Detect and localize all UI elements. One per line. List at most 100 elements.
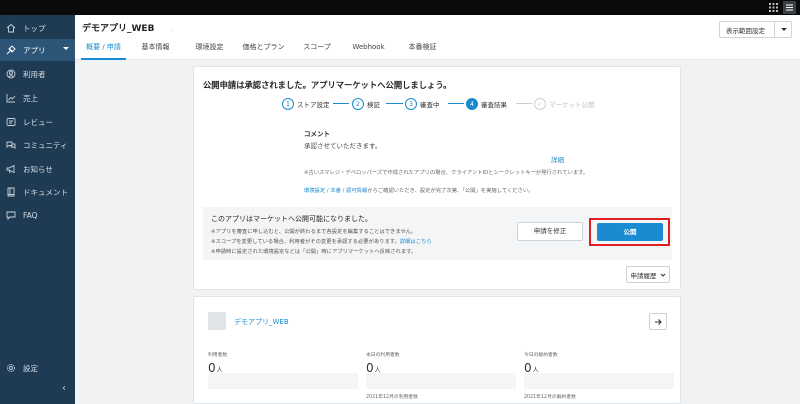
- stat-chart-area: [524, 373, 674, 389]
- sidebar-item-news[interactable]: お知らせ: [0, 158, 75, 180]
- tab-environment[interactable]: 環境設定: [187, 42, 232, 60]
- stat-users: 利用者数 0人: [208, 351, 358, 389]
- gear-icon: [7, 364, 15, 372]
- page-title: デモアプリ_WEB: [82, 24, 155, 34]
- step-label: 審査結果: [481, 100, 507, 109]
- tab-overview[interactable]: 概要 / 申請: [81, 42, 126, 60]
- stat-label: 今日の解約者数: [524, 353, 558, 358]
- top-bar: [0, 0, 800, 15]
- step-label: ストア設定: [297, 100, 330, 109]
- sidebar-collapse-button[interactable]: ‹: [62, 383, 66, 394]
- chevron-down-icon: [63, 47, 69, 50]
- app-image: [208, 312, 226, 330]
- tab-production-test[interactable]: 本番検証: [400, 42, 445, 60]
- step-verification: 2 検証: [352, 97, 380, 110]
- sidebar-item-label: トップ: [23, 23, 46, 33]
- stat-label: 本日の利用者数: [366, 353, 400, 358]
- tab-basic-info[interactable]: 基本情報: [133, 42, 178, 60]
- user-icon: [6, 69, 16, 79]
- detail-link[interactable]: 詳細: [551, 154, 564, 164]
- app-summary-card: デモアプリ_WEB 利用者数 0人 本日の利用者数 0人 2021年12月の利用…: [193, 296, 681, 404]
- sidebar-item-docs[interactable]: ドキュメント: [0, 181, 75, 203]
- app-icon: [6, 45, 16, 55]
- publish-note: ※スコープを変更している場合、利用者がその変更を承認する必要があります。詳細はこ…: [211, 237, 432, 245]
- auth-info-note-text: からご確認いただき、設定が完了次第、「公開」を実施してください。: [367, 188, 534, 194]
- sidebar-item-label: 売上: [23, 93, 38, 103]
- sidebar-item-sales[interactable]: 売上: [0, 87, 75, 109]
- publish-button[interactable]: 公開: [597, 223, 663, 241]
- sidebar-item-label: アプリ: [23, 45, 46, 55]
- chat-icon: [6, 211, 16, 220]
- sidebar-item-label: お知らせ: [23, 164, 53, 174]
- stat-today-users: 本日の利用者数 0人 2021年12月の利用者数: [366, 351, 516, 400]
- step-under-review: 3 審査中: [405, 97, 440, 110]
- stat-period: 2021年12月の解約者数: [524, 395, 576, 400]
- step-label: マーケット公開: [549, 100, 595, 109]
- review-icon: [6, 118, 16, 126]
- sidebar-item-label: ドキュメント: [23, 187, 68, 197]
- megaphone-icon: [6, 164, 15, 174]
- stat-chart-area: [208, 373, 358, 389]
- step-connector: [448, 103, 464, 104]
- sidebar-item-settings[interactable]: 設定: [0, 357, 75, 379]
- sidebar-item-label: レビュー: [23, 117, 53, 127]
- tab-webhook[interactable]: Webhook: [346, 42, 391, 60]
- scope-settings-label: 表示範囲設定: [726, 26, 765, 35]
- sidebar-item-label: コミュニティ: [23, 140, 68, 150]
- app-header: デモアプリ_WEB . 表示範囲設定 概要 / 申請 基本情報 環境設定 価格と…: [75, 15, 800, 60]
- stat-chart-area: [366, 373, 516, 389]
- step-number: 3: [405, 97, 417, 110]
- sidebar-item-top[interactable]: トップ: [0, 17, 75, 39]
- sidebar-item-faq[interactable]: FAQ: [0, 204, 75, 226]
- step-store-settings: 1 ストア設定: [282, 97, 330, 110]
- comment-text: 承認させていただきます。: [304, 142, 382, 150]
- step-number: 4: [466, 97, 478, 110]
- approval-message: 公開申請は承認されました。アプリマーケットへ公開しましょう。: [203, 80, 452, 90]
- caret-down-icon[interactable]: [781, 28, 787, 31]
- grid-icon[interactable]: [769, 3, 778, 12]
- chevron-down-icon: [660, 273, 665, 277]
- client-id-note: ※古いスマレジ・デベロッパーズで作成されたアプリの場合、クライアントIDとシーク…: [304, 170, 589, 176]
- publish-note-text: ※スコープを変更している場合、利用者がその変更を承認する必要があります。: [211, 239, 400, 245]
- approval-card: 公開申請は承認されました。アプリマーケットへ公開しましょう。 1 ストア設定 2…: [193, 66, 681, 290]
- step-market-publish: ✓ マーケット公開: [534, 97, 595, 110]
- title-mark: .: [171, 25, 174, 33]
- step-number: ✓: [534, 97, 546, 110]
- stat-period: 2021年12月の利用者数: [366, 395, 418, 400]
- revise-application-button[interactable]: 申請を修正: [517, 222, 583, 241]
- sidebar-item-app[interactable]: アプリ: [0, 39, 75, 61]
- application-history-button[interactable]: 申請履歴: [626, 266, 670, 283]
- sidebar-item-review[interactable]: レビュー: [0, 111, 75, 133]
- sidebar-item-label: 設定: [23, 363, 38, 373]
- sidebar-item-users[interactable]: 利用者: [0, 63, 75, 85]
- publish-note: ※申請時に設定された環境設定などは「公開」時にアプリマーケットへ反映されます。: [211, 249, 417, 255]
- auth-info-link[interactable]: 環境設定 / 本番 / 認可情報: [304, 188, 367, 194]
- sidebar-item-label: FAQ: [23, 210, 38, 220]
- step-connector: [386, 103, 403, 104]
- sidebar-item-label: 利用者: [23, 69, 46, 79]
- step-number: 2: [352, 97, 364, 110]
- tab-scope[interactable]: スコープ: [297, 42, 337, 60]
- comment-heading: コメント: [304, 130, 330, 138]
- open-app-button[interactable]: [649, 313, 667, 330]
- tab-pricing[interactable]: 価格とプラン: [236, 42, 291, 60]
- step-label: 審査中: [420, 100, 440, 109]
- chart-icon: [6, 94, 16, 103]
- arrow-right-icon: [655, 318, 662, 325]
- stat-today-cancellations: 今日の解約者数 0人 2021年12月の解約者数: [524, 351, 674, 400]
- step-connector: [333, 103, 349, 104]
- community-icon: [6, 141, 16, 149]
- menu-icon[interactable]: [783, 1, 796, 14]
- scope-settings-button[interactable]: 表示範囲設定: [719, 21, 792, 38]
- details-link[interactable]: 詳細はこちら: [400, 239, 432, 245]
- auth-info-note: 環境設定 / 本番 / 認可情報からご確認いただき、設定が完了次第、「公開」を実…: [304, 186, 533, 194]
- stat-label: 利用者数: [208, 353, 228, 358]
- sidebar-item-community[interactable]: コミュニティ: [0, 134, 75, 156]
- home-icon: [6, 23, 16, 33]
- publish-note: ※アプリを審査に申し込むと、公開が終わるまで各設定を編集することはできません。: [211, 229, 417, 235]
- step-review-result: 4 審査結果: [466, 97, 507, 110]
- app-name-link[interactable]: デモアプリ_WEB: [234, 317, 289, 327]
- divider: [774, 21, 775, 38]
- sidebar: トップ アプリ 利用者 売上 レビュー コミュニティ お知らせ ドキュメント F…: [0, 15, 75, 404]
- publish-title: このアプリはマーケットへ公開可能になりました。: [211, 215, 372, 223]
